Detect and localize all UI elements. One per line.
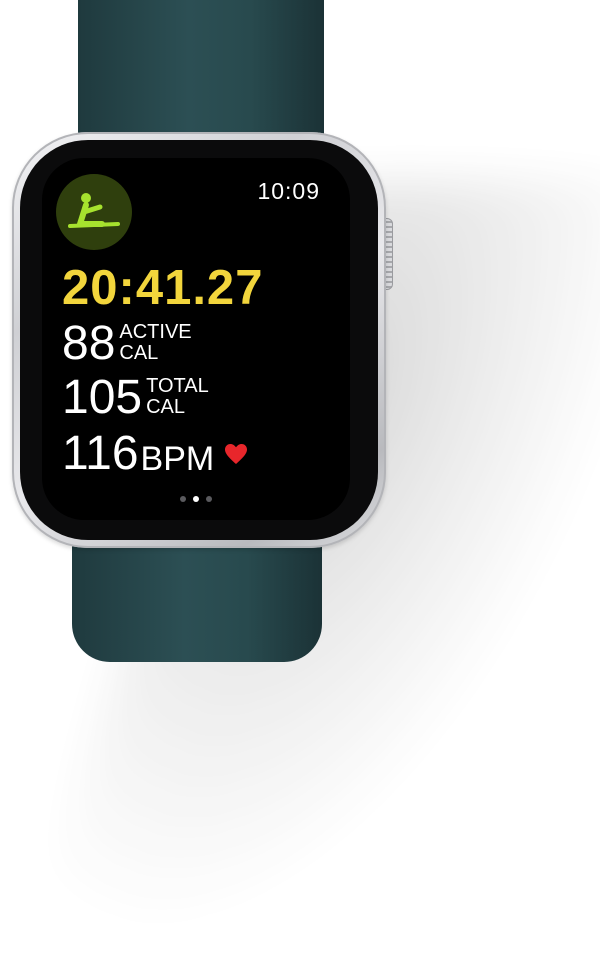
total-calories-unit: TOTAL CAL [146, 376, 209, 418]
core-training-icon[interactable] [56, 174, 132, 250]
product-image: 10:09 20:41.27 88 ACTIVE CAL 105 TOTAL C… [0, 0, 600, 968]
elapsed-time: 20:41.27 [62, 261, 264, 315]
total-calories-value: 105 [62, 371, 143, 424]
clock-time: 10:09 [257, 178, 320, 204]
active-calories-value: 88 [62, 317, 116, 370]
total-calories-metric: 105 TOTAL CAL [62, 374, 209, 422]
page-dot-current [193, 496, 199, 502]
page-indicator[interactable] [42, 496, 350, 502]
page-dot [206, 496, 212, 502]
total-calories-unit-line2: CAL [146, 396, 185, 418]
active-calories-unit: ACTIVE CAL [119, 322, 191, 364]
heart-rate-metric: 116 BPM [62, 430, 248, 478]
active-calories-metric: 88 ACTIVE CAL [62, 320, 192, 368]
active-calories-unit-line1: ACTIVE [119, 321, 192, 343]
watch-screen[interactable]: 10:09 20:41.27 88 ACTIVE CAL 105 TOTAL C… [42, 158, 350, 520]
active-calories-unit-line2: CAL [119, 342, 159, 364]
heart-rate-unit: BPM [140, 440, 215, 478]
heart-icon [224, 443, 248, 470]
heart-rate-value: 116 [62, 427, 139, 480]
total-calories-unit-line1: TOTAL [146, 375, 209, 397]
page-dot [180, 496, 186, 502]
